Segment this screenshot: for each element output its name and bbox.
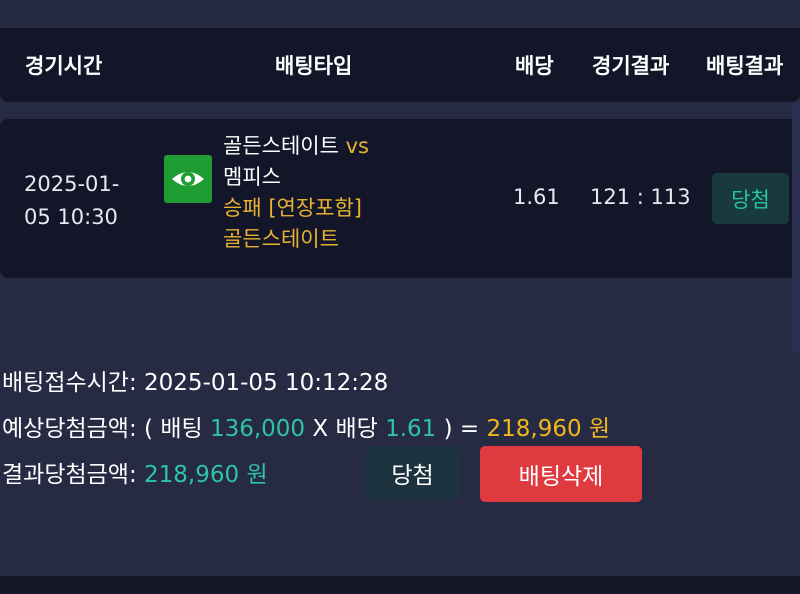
times-label: X 배당 (305, 416, 386, 442)
top-strip (0, 0, 800, 28)
received-time-label: 배팅접수시간: (2, 370, 145, 396)
game-time-date: 2025-01- (24, 172, 120, 196)
expected-open: ( 배팅 (144, 416, 210, 442)
status-badge: 당첨 (712, 173, 789, 224)
table-header: 경기시간 배팅타입 배당 경기결과 배팅결과 (0, 28, 800, 102)
stake-amount: 136,000 (209, 416, 306, 442)
header-bet-type: 배팅타입 (275, 54, 353, 78)
expected-amount: 218,960 원 (486, 416, 611, 442)
header-game-time: 경기시간 (25, 54, 103, 78)
table-row: 2025-01- 05 10:30 골든스테이트 vs 멤피스 승패 [연장포함… (0, 119, 800, 278)
received-time-value: 2025-01-05 10:12:28 (144, 370, 389, 396)
scroll-edge (792, 102, 800, 352)
summary-odds: 1.61 (385, 416, 437, 442)
game-time: 2025-01- 05 10:30 (24, 168, 134, 234)
result-winnings-label: 결과당첨금액: (2, 462, 145, 488)
bet-type: 골든스테이트 vs 멤피스 승패 [연장포함] 골든스테이트 (223, 131, 473, 255)
home-team: 골든스테이트 (223, 134, 339, 158)
expected-winnings: 예상당첨금액: ( 배팅 136,000 X 배당 1.61 ) = 218,9… (2, 409, 610, 443)
match-line: 골든스테이트 vs (223, 131, 473, 162)
bottom-strip (0, 576, 800, 594)
pick-label: 골든스테이트 (223, 227, 339, 251)
win-button[interactable]: 당첨 (366, 446, 459, 500)
odds-value: 1.61 (513, 185, 560, 209)
game-time-clock: 05 10:30 (24, 205, 118, 229)
expected-close: ) = (436, 416, 487, 442)
result-winnings: 결과당첨금액: 218,960 원 (2, 455, 268, 489)
result-amount: 218,960 원 (144, 462, 268, 488)
delete-bet-button[interactable]: 배팅삭제 (480, 446, 642, 502)
received-time: 배팅접수시간: 2025-01-05 10:12:28 (2, 363, 388, 397)
market-label: 승패 [연장포함] (223, 196, 362, 220)
game-score: 121 : 113 (590, 185, 691, 209)
header-bet-result: 배팅결과 (706, 54, 784, 78)
away-team: 멤피스 (223, 165, 281, 189)
header-odds: 배당 (515, 54, 554, 78)
header-game-result: 경기결과 (592, 54, 670, 78)
eye-icon[interactable] (164, 155, 212, 203)
vs-label: vs (345, 134, 369, 158)
expected-winnings-label: 예상당첨금액: (2, 416, 145, 442)
